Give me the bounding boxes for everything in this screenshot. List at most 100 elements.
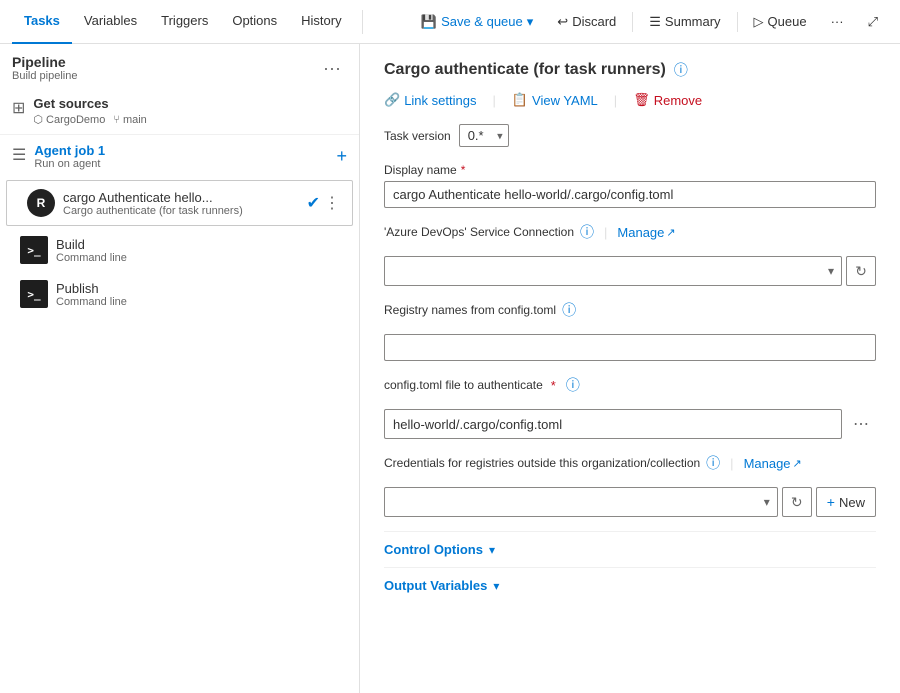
- add-task-button[interactable]: +: [336, 146, 347, 167]
- task-info-icon[interactable]: ⓘ: [674, 60, 688, 80]
- remove-icon: 🗑: [633, 92, 650, 108]
- registry-names-label-row: Registry names from config.toml ⓘ: [384, 300, 876, 320]
- save-icon: 💾: [421, 14, 437, 30]
- config-toml-browse-button[interactable]: ⋯: [846, 409, 876, 439]
- service-connection-info-icon[interactable]: ⓘ: [580, 222, 594, 242]
- publish-task-icon-wrapper: >_: [20, 280, 48, 308]
- main-layout: Pipeline Build pipeline ··· ⊞ Get source…: [0, 44, 900, 693]
- expand-button[interactable]: ⤢: [858, 10, 888, 34]
- config-toml-info-icon[interactable]: ⓘ: [566, 375, 580, 395]
- link-settings-link[interactable]: 🔗 Link settings: [384, 92, 476, 108]
- pipeline-subtitle: Build pipeline: [12, 70, 77, 82]
- control-options-section[interactable]: Control Options ▾: [384, 531, 876, 567]
- task-header: Cargo authenticate (for task runners) ⓘ: [384, 60, 876, 80]
- discard-icon: ↩: [557, 14, 568, 30]
- display-name-label: Display name *: [384, 163, 876, 177]
- expand-icon: ⤢: [868, 14, 878, 30]
- view-yaml-icon: 📋: [512, 92, 528, 108]
- more-actions-button[interactable]: ···: [821, 10, 854, 33]
- credentials-manage-link[interactable]: Manage ↗: [744, 456, 802, 471]
- service-connection-select-wrapper: ▾: [384, 256, 842, 286]
- queue-icon: ▷: [754, 14, 764, 30]
- display-name-required: *: [461, 163, 466, 177]
- task-check-icon: ✔: [307, 193, 320, 213]
- get-sources-meta: ⬡ CargoDemo ⑂ main: [33, 113, 347, 126]
- config-toml-input-wrapper: ⋯: [384, 409, 876, 439]
- agent-job-left: ☰ Agent job 1 Run on agent: [12, 143, 105, 170]
- pipeline-more-button[interactable]: ···: [317, 56, 347, 81]
- service-connection-label: 'Azure DevOps' Service Connection: [384, 225, 574, 239]
- publish-task-icon: >_: [27, 288, 40, 301]
- task-item-publish[interactable]: >_ Publish Command line: [0, 272, 359, 316]
- registry-names-label: Registry names from config.toml: [384, 303, 556, 317]
- credentials-new-button[interactable]: + New: [816, 487, 876, 517]
- summary-button[interactable]: ☰ Summary: [639, 10, 730, 34]
- control-options-chevron-icon: ▾: [489, 543, 495, 557]
- refresh-icon: ↻: [855, 263, 867, 280]
- tab-triggers[interactable]: Triggers: [149, 0, 220, 44]
- output-variables-section[interactable]: Output Variables ▾: [384, 567, 876, 603]
- build-task-info: Build Command line: [56, 237, 347, 264]
- config-toml-row: config.toml file to authenticate * ⓘ ⋯: [384, 375, 876, 439]
- config-toml-required: *: [551, 378, 556, 393]
- task-main-title: Cargo authenticate (for task runners): [384, 61, 666, 79]
- tab-history[interactable]: History: [289, 0, 353, 44]
- agent-job-subtitle: Run on agent: [34, 158, 105, 170]
- registry-names-info-icon[interactable]: ⓘ: [562, 300, 576, 320]
- tab-tasks[interactable]: Tasks: [12, 0, 72, 44]
- cargo-task-more-button[interactable]: ⋮: [324, 193, 340, 213]
- credentials-select[interactable]: [384, 487, 778, 517]
- get-sources-title: Get sources: [33, 96, 347, 111]
- task-version-select[interactable]: 0.*: [459, 124, 509, 147]
- pipeline-info: Pipeline Build pipeline: [12, 54, 77, 82]
- view-yaml-link[interactable]: 📋 View YAML: [512, 92, 598, 108]
- task-version-wrapper: 0.* ▾: [459, 124, 509, 147]
- display-name-input[interactable]: [384, 181, 876, 208]
- nav-actions: 💾 Save & queue ▾ ↩ Discard ☰ Summary ▷ Q…: [411, 10, 888, 34]
- task-item-build[interactable]: >_ Build Command line: [0, 228, 359, 272]
- discard-button[interactable]: ↩ Discard: [547, 10, 626, 34]
- task-item-cargo-authenticate[interactable]: R cargo Authenticate hello... Cargo auth…: [6, 180, 353, 226]
- service-connection-pipe: |: [604, 225, 607, 240]
- queue-button[interactable]: ▷ Queue: [744, 10, 817, 34]
- branch-name: main: [123, 114, 147, 126]
- credentials-info-icon[interactable]: ⓘ: [706, 453, 720, 473]
- remove-link[interactable]: 🗑 Remove: [633, 92, 702, 108]
- credentials-refresh-button[interactable]: ↻: [782, 487, 812, 517]
- tab-variables[interactable]: Variables: [72, 0, 149, 44]
- branch-item: ⑂ main: [113, 113, 146, 126]
- service-connection-label-row: 'Azure DevOps' Service Connection ⓘ | Ma…: [384, 222, 876, 242]
- build-task-icon-wrapper: >_: [20, 236, 48, 264]
- credentials-refresh-icon: ↻: [791, 494, 803, 511]
- cargo-task-icon-wrapper: R: [27, 189, 55, 217]
- credentials-pipe: |: [730, 456, 733, 471]
- nav-divider: [362, 10, 363, 34]
- config-toml-label: config.toml file to authenticate: [384, 378, 543, 392]
- credentials-row: Credentials for registries outside this …: [384, 453, 876, 517]
- service-connection-manage-link[interactable]: Manage ↗: [617, 225, 675, 240]
- get-sources-icon: ⊞: [12, 98, 25, 118]
- agent-job-info: Agent job 1 Run on agent: [34, 143, 105, 170]
- cargo-task-title: cargo Authenticate hello...: [63, 190, 299, 205]
- new-plus-icon: +: [827, 494, 835, 510]
- build-task-title: Build: [56, 237, 347, 252]
- agent-job-icon: ☰: [12, 145, 26, 165]
- save-queue-button[interactable]: 💾 Save & queue ▾: [411, 10, 543, 34]
- repo-icon: ⬡: [33, 113, 43, 126]
- repo-item: ⬡ CargoDemo: [33, 113, 105, 126]
- tab-options[interactable]: Options: [220, 0, 289, 44]
- config-toml-input[interactable]: [384, 409, 842, 439]
- link-sep-2: |: [614, 93, 617, 108]
- agent-job-section: ☰ Agent job 1 Run on agent +: [0, 135, 359, 178]
- credentials-label-row: Credentials for registries outside this …: [384, 453, 876, 473]
- action-divider-2: [737, 12, 738, 32]
- browse-icon: ⋯: [853, 414, 869, 434]
- publish-task-info: Publish Command line: [56, 281, 347, 308]
- registry-names-input[interactable]: [384, 334, 876, 361]
- service-connection-refresh-button[interactable]: ↻: [846, 256, 876, 286]
- credentials-manage-external-icon: ↗: [793, 457, 802, 470]
- pipeline-title: Pipeline: [12, 54, 77, 70]
- action-divider-1: [632, 12, 633, 32]
- publish-task-subtitle: Command line: [56, 296, 347, 308]
- service-connection-select[interactable]: [384, 256, 842, 286]
